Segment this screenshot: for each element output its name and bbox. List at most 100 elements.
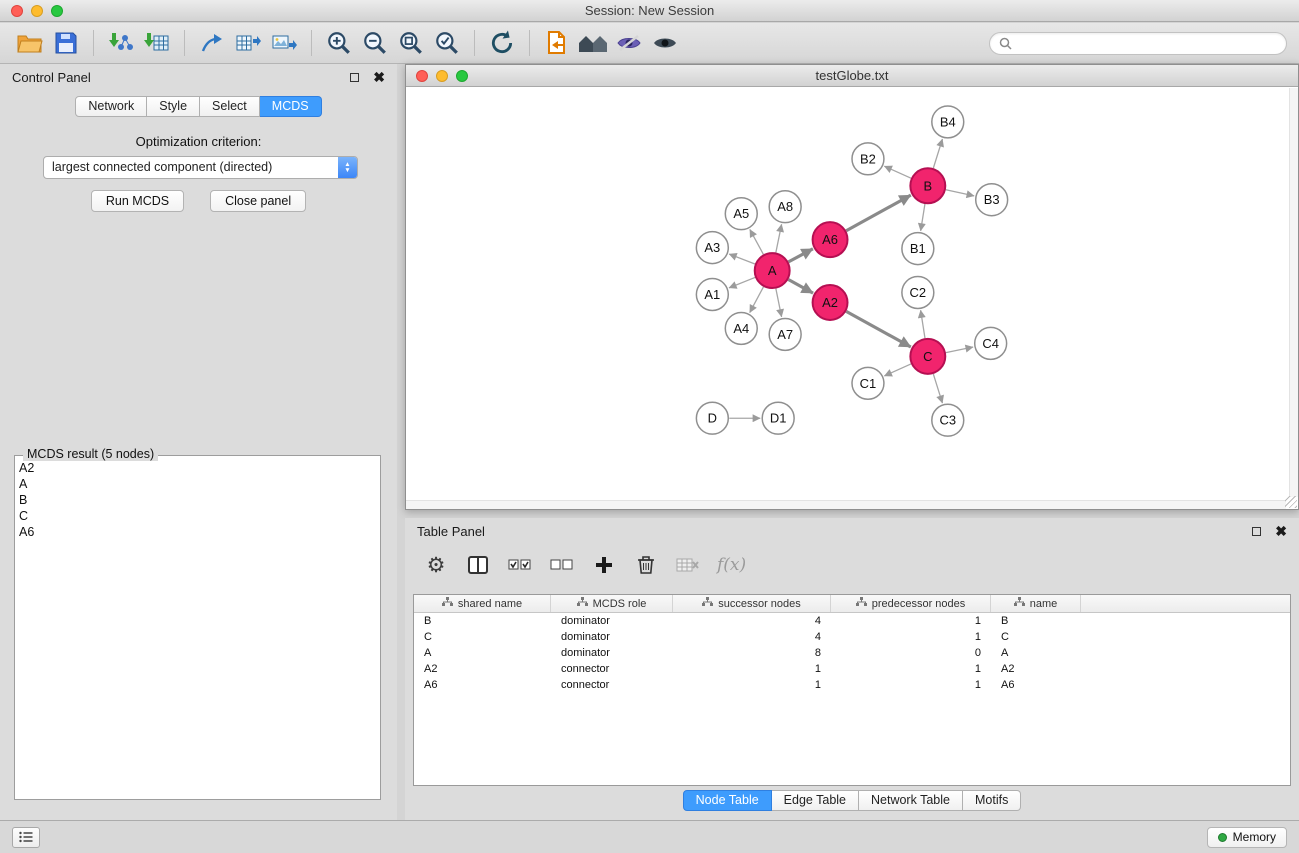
tab-network[interactable]: Network <box>75 96 147 117</box>
delete-column-button[interactable] <box>633 551 659 579</box>
network-canvas[interactable]: B4 B2 B B3 A5 A8 A6 A3 B1 A C2 A1 A2 A4 A7 C4 C C1 C3 D D1 <box>406 88 1298 509</box>
tab-style[interactable]: Style <box>147 96 200 117</box>
zoom-fit-button[interactable] <box>393 26 429 60</box>
show-columns-button[interactable] <box>465 551 491 579</box>
table-row-a2[interactable]: A2connector11A2 <box>414 661 1290 677</box>
mcds-result-list[interactable]: A2ABCA6 <box>19 460 378 797</box>
graph-edge-A-A2[interactable] <box>788 279 813 293</box>
graph-node-B3[interactable]: B3 <box>976 184 1008 216</box>
graph-edge-C-C4[interactable] <box>946 347 973 353</box>
close-network-window-icon[interactable] <box>416 70 428 82</box>
close-panel-button[interactable]: Close panel <box>210 190 306 212</box>
network-vertical-scrollbar[interactable] <box>1289 88 1298 497</box>
graph-node-D1[interactable]: D1 <box>762 402 794 434</box>
graph-edge-A-A4[interactable] <box>750 287 764 313</box>
first-neighbors-button[interactable] <box>194 26 230 60</box>
deselect-all-button[interactable] <box>549 551 575 579</box>
graph-edge-A-A1[interactable] <box>729 277 755 287</box>
minimize-network-window-icon[interactable] <box>436 70 448 82</box>
result-item-c[interactable]: C <box>19 508 378 524</box>
graph-edge-A-A8[interactable] <box>776 224 782 252</box>
zoom-in-button[interactable] <box>321 26 357 60</box>
graph-node-A7[interactable]: A7 <box>769 318 801 350</box>
graph-node-B2[interactable]: B2 <box>852 143 884 175</box>
graph-edge-B-B1[interactable] <box>921 204 925 231</box>
search-input[interactable] <box>1018 36 1277 50</box>
graph-node-A2[interactable]: A2 <box>813 285 848 320</box>
table-row-a[interactable]: Adominator80A <box>414 645 1290 661</box>
graph-node-B4[interactable]: B4 <box>932 106 964 138</box>
graph-node-C1[interactable]: C1 <box>852 367 884 399</box>
column-header-mcds-role[interactable]: MCDS role <box>551 595 673 612</box>
graph-edge-A-A6[interactable] <box>788 249 812 262</box>
criterion-dropdown[interactable]: largest connected component (directed) ▲… <box>43 156 358 179</box>
close-window-icon[interactable] <box>11 5 23 17</box>
result-item-b[interactable]: B <box>19 492 378 508</box>
network-graph[interactable]: B4 B2 B B3 A5 A8 A6 A3 B1 A C2 A1 A2 A4 A7 C4 C C1 C3 D D1 <box>406 88 1298 509</box>
memory-button[interactable]: Memory <box>1207 827 1287 848</box>
graph-node-A6[interactable]: A6 <box>813 222 848 257</box>
close-table-panel-icon[interactable]: ✖ <box>1275 525 1287 537</box>
run-mcds-button[interactable]: Run MCDS <box>91 190 184 212</box>
export-image-button[interactable] <box>266 26 302 60</box>
table-settings-button[interactable]: ⚙ <box>423 551 449 579</box>
result-item-a6[interactable]: A6 <box>19 524 378 540</box>
table-row-b[interactable]: Bdominator41B <box>414 613 1290 629</box>
result-item-a[interactable]: A <box>19 476 378 492</box>
graph-edge-A2-C[interactable] <box>846 311 911 347</box>
apply-layout-button[interactable] <box>484 26 520 60</box>
network-horizontal-scrollbar[interactable] <box>406 500 1286 509</box>
table-tab-node-table[interactable]: Node Table <box>683 790 772 811</box>
graph-node-C3[interactable]: C3 <box>932 404 964 436</box>
graph-edge-B-B3[interactable] <box>946 190 974 196</box>
zoom-network-window-icon[interactable] <box>456 70 468 82</box>
tab-mcds[interactable]: MCDS <box>260 96 322 117</box>
save-session-button[interactable] <box>48 26 84 60</box>
delete-table-button[interactable] <box>675 551 701 579</box>
column-header-shared-name[interactable]: shared name <box>414 595 551 612</box>
table-tab-network-table[interactable]: Network Table <box>859 790 963 811</box>
minimize-window-icon[interactable] <box>31 5 43 17</box>
select-all-button[interactable] <box>507 551 533 579</box>
export-table-button[interactable] <box>230 26 266 60</box>
graph-node-A3[interactable]: A3 <box>696 232 728 264</box>
graph-edge-B-B2[interactable] <box>884 166 911 178</box>
graph-node-B[interactable]: B <box>910 168 945 203</box>
graph-node-D[interactable]: D <box>696 402 728 434</box>
open-session-button[interactable] <box>12 26 48 60</box>
column-header-name[interactable]: name <box>991 595 1081 612</box>
table-tab-edge-table[interactable]: Edge Table <box>772 790 859 811</box>
close-panel-icon[interactable]: ✖ <box>373 71 385 83</box>
task-history-button[interactable] <box>12 827 40 848</box>
graph-node-A5[interactable]: A5 <box>725 198 757 230</box>
import-network-button[interactable] <box>103 26 139 60</box>
table-row-a6[interactable]: A6connector11A6 <box>414 677 1290 693</box>
graph-edge-A-A3[interactable] <box>729 254 755 264</box>
import-table-button[interactable] <box>139 26 175 60</box>
graph-edge-A-A7[interactable] <box>776 289 782 317</box>
graph-node-C2[interactable]: C2 <box>902 277 934 309</box>
network-report-button[interactable] <box>539 26 575 60</box>
graph-node-B1[interactable]: B1 <box>902 233 934 265</box>
graph-edge-C-C3[interactable] <box>933 374 942 403</box>
graph-node-A4[interactable]: A4 <box>725 312 757 344</box>
resize-handle-icon[interactable] <box>1285 496 1297 508</box>
graph-edge-A6-B[interactable] <box>846 195 911 231</box>
table-row-c[interactable]: Cdominator41C <box>414 629 1290 645</box>
graph-node-A8[interactable]: A8 <box>769 191 801 223</box>
column-header-predecessor-nodes[interactable]: predecessor nodes <box>831 595 991 612</box>
tab-select[interactable]: Select <box>200 96 260 117</box>
show-graphics-details-button[interactable] <box>647 26 683 60</box>
result-item-a2[interactable]: A2 <box>19 460 378 476</box>
table-tab-motifs[interactable]: Motifs <box>963 790 1021 811</box>
graph-node-A[interactable]: A <box>755 253 790 288</box>
graph-node-C4[interactable]: C4 <box>975 327 1007 359</box>
add-column-button[interactable] <box>591 551 617 579</box>
column-header-successor-nodes[interactable]: successor nodes <box>673 595 831 612</box>
graph-node-C[interactable]: C <box>910 339 945 374</box>
graph-node-A1[interactable]: A1 <box>696 279 728 311</box>
zoom-window-icon[interactable] <box>51 5 63 17</box>
search-box[interactable] <box>989 32 1287 55</box>
graph-edge-C-C1[interactable] <box>884 364 911 376</box>
zoom-out-button[interactable] <box>357 26 393 60</box>
